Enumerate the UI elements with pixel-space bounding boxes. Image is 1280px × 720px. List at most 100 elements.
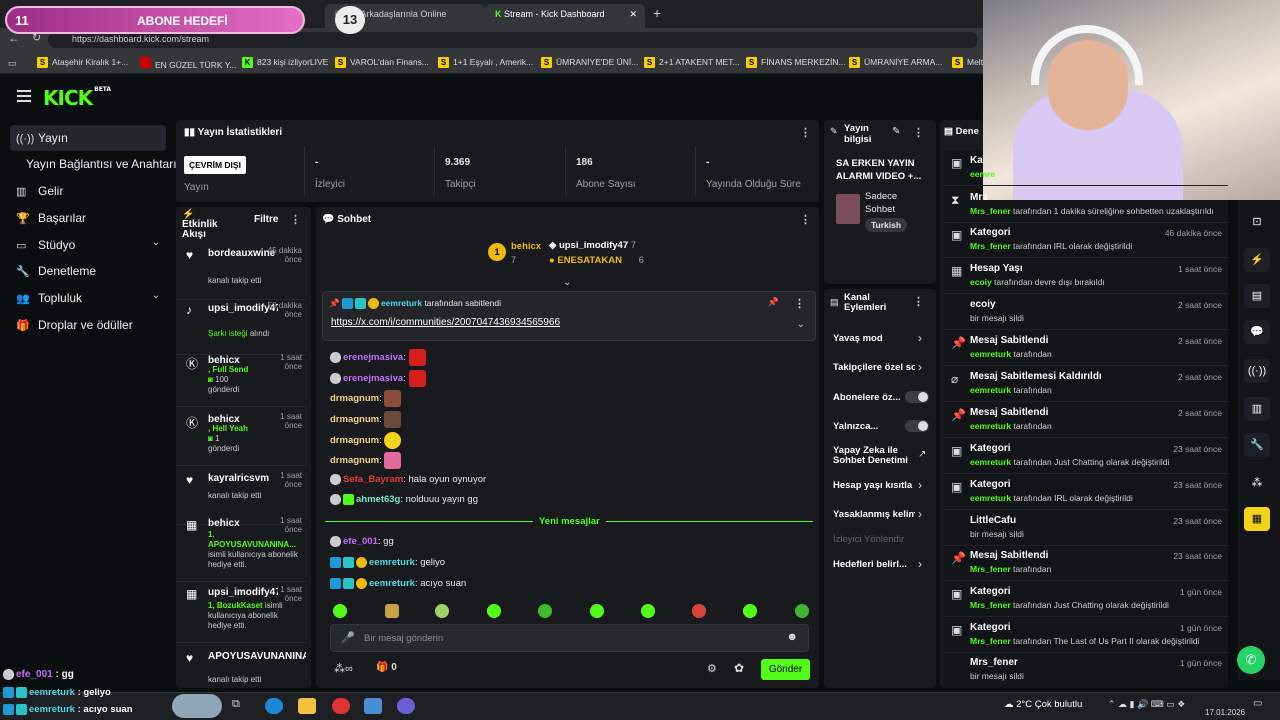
sidebar-item-basarilar[interactable]: 🏆 Başarılar (10, 205, 166, 231)
emote-icon[interactable] (692, 604, 706, 618)
app-icon[interactable] (364, 698, 382, 714)
bookmark[interactable]: S 2+1 ATAKENT MET... (644, 57, 740, 68)
chat-icon[interactable]: 💬 (1244, 320, 1270, 344)
pinned-user[interactable]: eemreturk (381, 298, 422, 308)
followers-only-action[interactable]: Takipçilere özel so (833, 362, 915, 373)
more-icon[interactable]: ⋮ (290, 213, 301, 226)
broadcast-icon[interactable]: ((·)) (1244, 359, 1270, 383)
message-user[interactable]: drmagnum (330, 393, 379, 404)
log-user[interactable]: Mrs_fener (970, 600, 1011, 610)
microphone-icon[interactable]: 🎤 (341, 631, 355, 644)
sidebar-item-stream-key[interactable]: Yayın Bağlantısı ve Anahtarı (10, 151, 177, 177)
clapper-icon[interactable]: ▦ (1244, 507, 1270, 531)
message-user[interactable]: drmagnum (330, 414, 379, 425)
chrome-icon[interactable] (332, 698, 350, 714)
notification-icon[interactable]: ▭ (1253, 698, 1262, 709)
filter-button[interactable]: Filtre (254, 214, 278, 225)
emote-icon[interactable] (435, 604, 449, 618)
slow-mode-action[interactable]: Yavaş mod (833, 333, 928, 344)
log-user[interactable]: ecoiy (970, 277, 992, 287)
chevron-right-icon[interactable]: › (918, 557, 922, 571)
more-icon[interactable]: ⋮ (800, 213, 811, 226)
weather-widget[interactable]: ☁ 2°C Çok bulutlu (1004, 699, 1082, 710)
message-user[interactable]: drmagnum (330, 435, 379, 446)
log-user[interactable]: eemreturk (970, 385, 1011, 395)
message-user[interactable]: Sefa_Bayram (343, 474, 403, 485)
message-user[interactable]: efe_001 (343, 536, 378, 547)
category-name[interactable]: Sadece Sohbet (865, 190, 925, 216)
emote-icon[interactable] (385, 604, 399, 618)
file-explorer-icon[interactable] (298, 698, 316, 714)
emote-icon[interactable] (641, 604, 655, 618)
log-user[interactable]: eemreturk (970, 349, 1011, 359)
emoji-icon[interactable]: ☻ (786, 631, 798, 643)
emote-icon[interactable] (333, 604, 347, 618)
message-user[interactable]: ahmet63g (356, 494, 400, 505)
message-user[interactable]: eemreturk (369, 578, 415, 589)
leader-name[interactable]: ENESATAKAN (557, 255, 622, 266)
scan-icon[interactable]: ⊡ (1244, 210, 1270, 234)
obs-icon[interactable] (397, 698, 415, 714)
message-user[interactable]: erenejmasiva (343, 373, 403, 384)
bookmark[interactable]: S FİNANS MERKEZİN... (746, 57, 846, 68)
pinned-link[interactable]: https://x.com/i/communities/200704743693… (331, 317, 560, 328)
log-user[interactable]: eemreturk (970, 493, 1011, 503)
document-icon[interactable]: ▤ (1244, 284, 1270, 308)
log-user[interactable]: eemreturk (970, 421, 1011, 431)
log-user[interactable]: eemreturk (970, 457, 1011, 467)
ai-moderation-action[interactable]: Yapay Zeka ile Sohbet Denetimi (833, 446, 913, 466)
log-user[interactable]: Mrs_fener (970, 636, 1011, 646)
wrench-icon[interactable]: 🔧 (1244, 433, 1270, 457)
close-tab-icon[interactable]: ✕ (629, 9, 637, 20)
edit-icon[interactable]: ✎ (892, 126, 900, 137)
emote-icon[interactable] (538, 604, 552, 618)
edge-icon[interactable] (265, 698, 283, 714)
sidebar-item-studyo[interactable]: ▭ Stüdyo ⌄ (10, 232, 166, 258)
task-view-icon[interactable]: ⧉ (232, 698, 250, 714)
emote-icon[interactable] (590, 604, 604, 618)
bookmark[interactable]: S 1+1 Eşyalı , Amerik... (438, 57, 533, 68)
sidebar-item-denetleme[interactable]: 🔧 Denetleme (10, 258, 166, 284)
log-user[interactable]: eemre (970, 169, 995, 179)
leader-name[interactable]: upsi_imodify47 (559, 240, 628, 251)
emote-icon[interactable] (795, 604, 809, 618)
emotes-only-toggle[interactable] (905, 420, 929, 432)
account-age-action[interactable]: Hesap yaşı kısıtla (833, 480, 915, 491)
kick-logo[interactable]: KICK BETA (43, 86, 111, 110)
more-icon[interactable]: ⋮ (913, 126, 924, 139)
points-icon[interactable]: ⁂∞ (334, 662, 353, 675)
chevron-right-icon[interactable]: › (918, 331, 922, 345)
gear-icon[interactable]: ⚙ (707, 662, 717, 675)
sidebar-item-gelir[interactable]: ▥ Gelir (10, 178, 166, 204)
chevron-down-icon[interactable]: ⌄ (797, 319, 805, 330)
banned-words-action[interactable]: Yasaklanmış kelim (833, 509, 915, 520)
message-user[interactable]: drmagnum (330, 455, 379, 466)
bookmark[interactable]: S Melt (952, 57, 983, 68)
send-button[interactable]: Gönder (761, 659, 810, 680)
log-user[interactable]: Mrs_fener (970, 564, 1011, 574)
bookmark[interactable]: S ÜMRANİYE ARMA... (849, 57, 942, 68)
goals-action[interactable]: Hedefleri belirl... (833, 559, 913, 570)
more-icon[interactable]: ⋮ (913, 295, 924, 308)
chevron-right-icon[interactable]: › (918, 507, 922, 521)
message-user[interactable]: eemreturk (369, 557, 415, 568)
log-user[interactable]: Mrs_fener (970, 241, 1011, 251)
emote-icon[interactable] (743, 604, 757, 618)
emote-picker-icon[interactable]: ✿ (734, 661, 744, 675)
whatsapp-icon[interactable]: ✆ (1237, 646, 1265, 674)
sidebar-item-yayin[interactable]: ((·)) Yayın (10, 125, 166, 151)
apps-icon[interactable]: ▭ (8, 58, 17, 69)
points-balance[interactable]: 🎁 0 (376, 662, 397, 673)
sidebar-item-topluluk[interactable]: 👥 Topluluk ⌄ (10, 285, 166, 311)
menu-icon[interactable] (17, 90, 31, 102)
pin-icon[interactable]: 📌 (768, 297, 779, 308)
leader-name[interactable]: behicx (511, 241, 541, 252)
event-user[interactable]: APOYUSAVUNANINA (208, 651, 306, 662)
bookmark[interactable]: S VAROL'dan Finans... (335, 57, 429, 68)
bookmark[interactable]: EN GÜZEL TÜRK Y... (140, 57, 236, 70)
sidebar-item-droplar[interactable]: 🎁 Droplar ve ödüller (10, 312, 166, 338)
subscribers-only-toggle[interactable] (905, 391, 929, 403)
layout-icon[interactable]: ▥ (1244, 397, 1270, 421)
bookmark[interactable]: S ÜMRANİYE'DE ÜNİ... (541, 57, 638, 68)
external-link-icon[interactable]: ↗ (918, 449, 926, 460)
